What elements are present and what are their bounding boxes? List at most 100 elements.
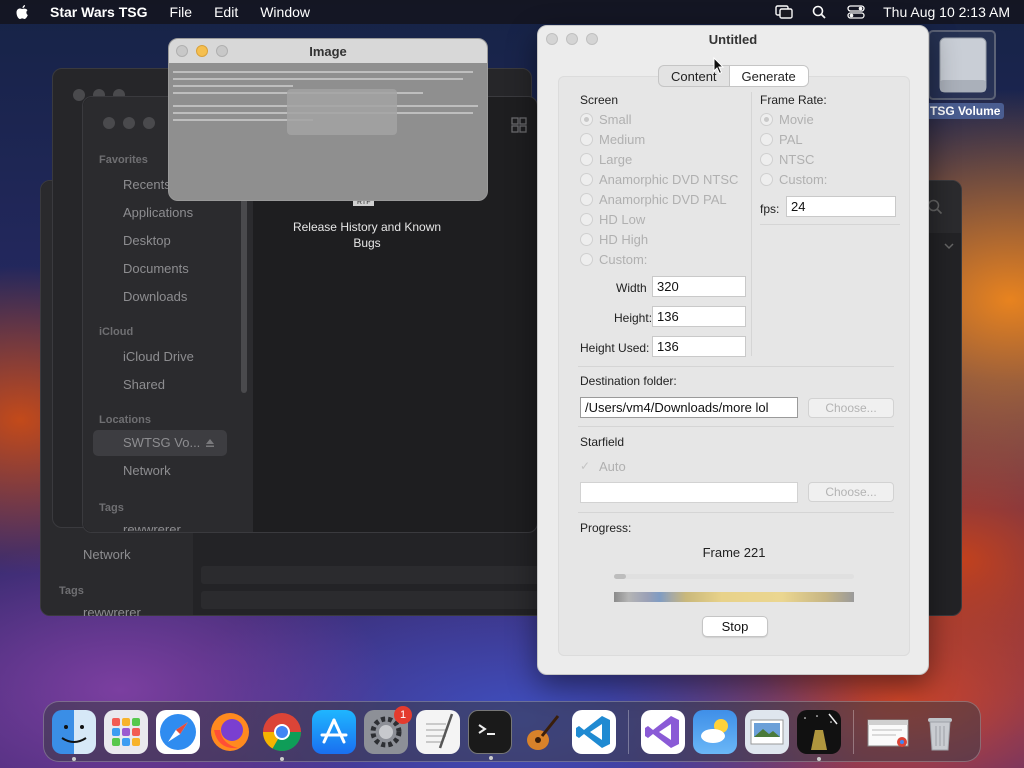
starfield-separator bbox=[578, 426, 894, 427]
screen-option-custom[interactable]: Custom: bbox=[580, 252, 647, 267]
image-close-button[interactable] bbox=[176, 45, 188, 57]
screen-option-medium[interactable]: Medium bbox=[580, 132, 645, 147]
menu-app-name[interactable]: Star Wars TSG bbox=[50, 4, 148, 20]
desktop-volume-icon[interactable] bbox=[928, 30, 996, 100]
vscode-logo-icon bbox=[576, 715, 610, 748]
desktop-volume-label[interactable]: TSG Volume bbox=[926, 103, 1005, 119]
dock-running-indicator bbox=[817, 756, 821, 761]
image-minimize-button[interactable] bbox=[196, 45, 208, 57]
menu-edit[interactable]: Edit bbox=[214, 4, 238, 20]
terminal-icon[interactable] bbox=[468, 709, 512, 760]
back-window-chevron-down-icon[interactable] bbox=[943, 241, 955, 251]
control-center-icon[interactable] bbox=[847, 5, 865, 19]
height-used-label: Height Used: bbox=[580, 341, 650, 355]
destination-choose-button[interactable]: Choose... bbox=[808, 398, 894, 418]
vscode-icon[interactable] bbox=[572, 709, 616, 754]
stop-button[interactable]: Stop bbox=[702, 616, 768, 637]
image-logo-graphic bbox=[287, 89, 397, 135]
sidebar-item-icloud-drive[interactable]: iCloud Drive bbox=[123, 349, 194, 364]
sidebar-item-swtsg-volume[interactable]: SWTSG Vo... bbox=[93, 430, 227, 456]
sidebar-scrollbar[interactable] bbox=[241, 197, 247, 393]
image-window-titlebar: Image bbox=[169, 39, 487, 63]
sidebar-item-downloads[interactable]: Downloads bbox=[123, 289, 187, 304]
guitar-icon bbox=[527, 714, 560, 750]
sidebar-item-recents[interactable]: Recents bbox=[123, 177, 171, 192]
destination-label: Destination folder: bbox=[580, 374, 677, 388]
textedit-icon[interactable] bbox=[416, 709, 460, 754]
dock-separator bbox=[628, 709, 629, 754]
screen-option-hd-low[interactable]: HD Low bbox=[580, 212, 645, 227]
height-field[interactable]: 136 bbox=[652, 306, 746, 327]
screen-option-label: HD Low bbox=[599, 212, 646, 227]
screen-mirroring-icon[interactable] bbox=[775, 5, 793, 19]
tab-generate[interactable]: Generate bbox=[728, 66, 808, 86]
frame-rate-option-pal[interactable]: PAL bbox=[760, 132, 803, 147]
screen-option-hd-high[interactable]: HD High bbox=[580, 232, 648, 247]
system-settings-icon[interactable]: 1 bbox=[364, 705, 412, 754]
back-sidebar-network[interactable]: Network bbox=[83, 547, 131, 562]
grid-view-icon[interactable] bbox=[511, 117, 527, 133]
dock-running-indicator bbox=[280, 756, 284, 761]
starfield-auto-checkbox[interactable]: ✓ Auto bbox=[580, 459, 626, 474]
menu-file[interactable]: File bbox=[170, 4, 193, 20]
safari-icon[interactable] bbox=[156, 709, 200, 754]
safari-compass-icon bbox=[160, 713, 196, 750]
fps-field[interactable]: 24 bbox=[786, 196, 896, 217]
sidebar-heading-locations: Locations bbox=[99, 414, 151, 426]
destination-field[interactable]: /Users/vm4/Downloads/more lol bbox=[580, 397, 798, 418]
radio-icon bbox=[580, 153, 593, 166]
finder-close-button[interactable] bbox=[103, 117, 115, 129]
sidebar-item-applications[interactable]: Applications bbox=[123, 205, 193, 220]
sidebar-item-network[interactable]: Network bbox=[123, 463, 171, 478]
launchpad-grid-icon bbox=[112, 717, 140, 746]
frame-rate-option-movie[interactable]: Movie bbox=[760, 112, 814, 127]
preview-icon[interactable] bbox=[745, 709, 789, 754]
frame-rate-option-label: PAL bbox=[779, 132, 803, 147]
back-window-search-icon[interactable] bbox=[927, 199, 943, 215]
eject-icon[interactable] bbox=[205, 438, 215, 448]
downloads-stack-preview-icon bbox=[867, 719, 909, 747]
app-store-icon[interactable] bbox=[312, 709, 356, 754]
image-zoom-button[interactable] bbox=[216, 45, 228, 57]
trash-icon[interactable] bbox=[918, 710, 962, 754]
spotlight-search-icon[interactable] bbox=[811, 5, 829, 19]
screen-option-dvd-ntsc[interactable]: Anamorphic DVD NTSC bbox=[580, 172, 738, 187]
sidebar-item-documents[interactable]: Documents bbox=[123, 261, 189, 276]
starfield-choose-button[interactable]: Choose... bbox=[808, 482, 894, 502]
back-sidebar-tags-heading: Tags bbox=[59, 585, 84, 597]
frame-rate-option-label: Movie bbox=[779, 112, 814, 127]
progress-label: Progress: bbox=[580, 521, 632, 535]
height-used-field[interactable]: 136 bbox=[652, 336, 746, 357]
screen-option-dvd-pal[interactable]: Anamorphic DVD PAL bbox=[580, 192, 727, 207]
downloads-stack-icon[interactable] bbox=[866, 710, 910, 754]
frame-rate-option-ntsc[interactable]: NTSC bbox=[760, 152, 814, 167]
frame-rate-option-custom[interactable]: Custom: bbox=[760, 172, 827, 187]
menu-window[interactable]: Window bbox=[260, 4, 310, 20]
screen-option-large[interactable]: Large bbox=[580, 152, 632, 167]
finder-icon[interactable] bbox=[52, 709, 96, 761]
apple-icon[interactable] bbox=[14, 4, 30, 20]
frame-rate-label: Frame Rate: bbox=[760, 93, 827, 107]
width-field[interactable]: 320 bbox=[652, 276, 746, 297]
file-name[interactable]: Release History and Known Bugs bbox=[283, 219, 451, 251]
launchpad-icon[interactable] bbox=[104, 709, 148, 754]
dock-separator bbox=[853, 709, 854, 754]
visual-studio-icon[interactable] bbox=[641, 709, 685, 754]
progress-bar-fill bbox=[614, 574, 626, 579]
garageband-icon[interactable] bbox=[520, 710, 564, 754]
star-wars-tsg-icon[interactable] bbox=[797, 709, 841, 761]
finder-minimize-button[interactable] bbox=[123, 117, 135, 129]
chrome-icon[interactable] bbox=[260, 710, 304, 761]
sidebar-item-desktop[interactable]: Desktop bbox=[123, 233, 171, 248]
screen-option-small[interactable]: Small bbox=[580, 112, 632, 127]
firefox-icon[interactable] bbox=[208, 710, 252, 754]
starfield-field[interactable] bbox=[580, 482, 798, 503]
menu-clock[interactable]: Thu Aug 10 2:13 AM bbox=[883, 4, 1010, 20]
weather-icon[interactable] bbox=[693, 709, 737, 754]
back-sidebar-tag[interactable]: rewwrerer bbox=[83, 605, 141, 616]
sidebar-item-shared[interactable]: Shared bbox=[123, 377, 165, 392]
image-window: Image bbox=[168, 38, 488, 201]
finder-zoom-button[interactable] bbox=[143, 117, 155, 129]
radio-icon bbox=[760, 113, 773, 126]
radio-icon bbox=[580, 253, 593, 266]
